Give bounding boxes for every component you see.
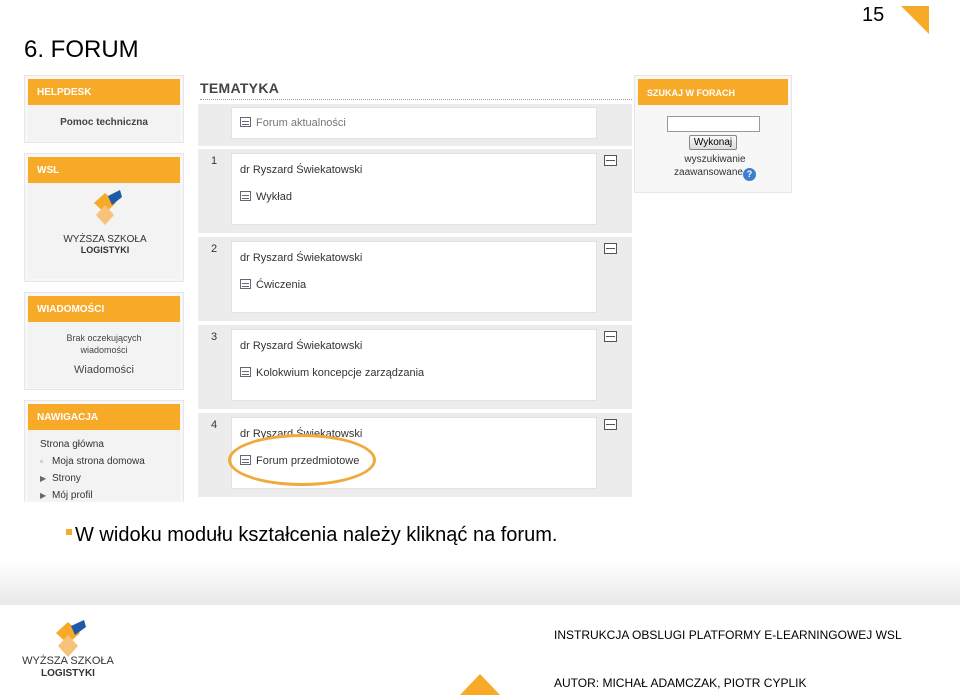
section-1-content: dr Ryszard Świekatowski Wykład — [231, 153, 597, 225]
teacher-name: dr Ryszard Świekatowski — [240, 164, 363, 176]
square-bullet-icon — [66, 529, 72, 535]
corner-triangle-decoration — [901, 6, 929, 34]
section-3: 3 dr Ryszard Świekatowski Kolokwium konc… — [198, 325, 632, 409]
messages-link[interactable]: Wiadomości — [28, 356, 180, 376]
section-0-content: Forum aktualności — [231, 107, 597, 139]
footer-wsl-logo-icon: WYŻSZA SZKOŁA LOGISTYKI — [22, 620, 115, 678]
caption-text: W widoku modułu kształcenia należy klikn… — [75, 524, 558, 546]
advanced-search-link[interactable]: wyszukiwanie zaawansowane? — [665, 153, 765, 181]
footer-gradient — [0, 560, 960, 605]
activity-label: Wykład — [256, 191, 292, 203]
wsl-logo-line1: WYŻSZA SZKOŁA — [63, 232, 147, 245]
section-0: Forum aktualności — [198, 104, 632, 146]
wsl-header: WSL — [28, 157, 180, 183]
nav-item-profile[interactable]: ▶ Mój profil — [28, 487, 180, 502]
forum-search-header: SZUKAJ W FORACH — [638, 79, 788, 105]
footer-logo-line1: WYŻSZA SZKOŁA — [22, 654, 114, 667]
square-bullet-icon: ▫ — [40, 457, 43, 466]
collapse-section-icon[interactable] — [604, 243, 617, 254]
lms-screenshot: HELPDESK Pomoc techniczna WSL WYŻSZA SZK… — [22, 72, 792, 502]
slide-title: 6. FORUM — [24, 36, 139, 63]
news-forum-link[interactable]: Forum aktualności — [240, 117, 346, 129]
slide-caption: W widoku modułu kształcenia należy klikn… — [66, 524, 557, 547]
nav-item-label: Mój profil — [52, 490, 93, 501]
nav-item-label: Strony — [52, 473, 81, 484]
section-2: 2 dr Ryszard Świekatowski Ćwiczenia — [198, 237, 632, 321]
search-submit-button[interactable]: Wykonaj — [689, 135, 737, 150]
messages-empty-line2: wiadomości — [80, 345, 128, 355]
advanced-search-line2: zaawansowane — [674, 167, 743, 178]
nav-item-label: Strona główna — [40, 439, 104, 450]
nav-item-home[interactable]: Strona główna — [28, 436, 180, 453]
nav-item-my-home[interactable]: ▫ Moja strona domowa — [28, 453, 180, 470]
quiz-icon — [240, 367, 251, 377]
footer-title: INSTRUKCJA OBSLUGI PLATFORMY E-LEARNINGO… — [554, 628, 902, 642]
page-number: 15 — [862, 4, 885, 26]
forum-search-input[interactable] — [667, 116, 760, 132]
section-3-content: dr Ryszard Świekatowski Kolokwium koncep… — [231, 329, 597, 401]
section-2-content: dr Ryszard Świekatowski Ćwiczenia — [231, 241, 597, 313]
footer-logo-line2: LOGISTYKI — [41, 668, 95, 678]
wsl-block: WSL WYŻSZA SZKOŁA LOGISTYKI — [24, 153, 184, 282]
navigation-header: NAWIGACJA — [28, 404, 180, 430]
highlight-ellipse — [228, 434, 376, 486]
messages-empty-line1: Brak oczekujących — [66, 333, 142, 343]
messages-header: WIADOMOŚCI — [28, 296, 180, 322]
collapse-section-icon[interactable] — [604, 331, 617, 342]
triangle-right-icon: ▶ — [40, 491, 47, 500]
footer-authors: AUTOR: MICHAŁ ADAMCZAK, PIOTR CYPLIK — [554, 676, 807, 690]
nav-item-label: Moja strona domowa — [52, 456, 145, 467]
forum-search-block: SZUKAJ W FORACH Wykonaj wyszukiwanie zaa… — [634, 75, 792, 193]
helpdesk-block: HELPDESK Pomoc techniczna — [24, 75, 184, 143]
activity-lecture-link[interactable]: Wykład — [240, 191, 292, 203]
helpdesk-link[interactable]: Pomoc techniczna — [28, 105, 180, 128]
resource-icon — [240, 191, 251, 201]
navigation-block: NAWIGACJA Strona główna ▫ Moja strona dom… — [24, 400, 184, 502]
resource-icon — [240, 279, 251, 289]
wsl-logo[interactable]: WYŻSZA SZKOŁA LOGISTYKI — [28, 183, 180, 279]
news-forum-label: Forum aktualności — [256, 117, 346, 129]
section-number: 3 — [211, 331, 218, 343]
wsl-logo-line2: LOGISTYKI — [81, 245, 130, 255]
nav-item-pages[interactable]: ▶ Strony — [28, 470, 180, 487]
section-1: 1 dr Ryszard Świekatowski Wykład — [198, 149, 632, 233]
collapse-section-icon[interactable] — [604, 419, 617, 430]
activity-exercises-link[interactable]: Ćwiczenia — [240, 279, 306, 291]
help-icon[interactable]: ? — [742, 168, 756, 181]
messages-block: WIADOMOŚCI Brak oczekujących wiadomości … — [24, 292, 184, 390]
wsl-logo-icon: WYŻSZA SZKOŁA LOGISTYKI — [63, 190, 147, 255]
activity-quiz-link[interactable]: Kolokwium koncepcje zarządzania — [240, 367, 424, 379]
advanced-search-line1: wyszukiwanie — [684, 154, 746, 165]
footer-triangle-decoration — [460, 674, 500, 695]
section-number: 2 — [211, 243, 218, 255]
teacher-name: dr Ryszard Świekatowski — [240, 252, 363, 264]
topics-divider — [200, 99, 632, 101]
section-number: 1 — [211, 155, 218, 167]
helpdesk-header: HELPDESK — [28, 79, 180, 105]
topics-heading: TEMATYKA — [200, 80, 280, 96]
collapse-section-icon[interactable] — [604, 155, 617, 166]
messages-empty-text: Brak oczekujących wiadomości — [28, 322, 180, 356]
teacher-name: dr Ryszard Świekatowski — [240, 340, 363, 352]
activity-label: Ćwiczenia — [256, 279, 307, 291]
activity-label: Kolokwium koncepcje zarządzania — [256, 367, 425, 379]
forum-icon — [240, 117, 251, 127]
triangle-right-icon: ▶ — [40, 474, 47, 483]
section-number: 4 — [211, 419, 218, 431]
